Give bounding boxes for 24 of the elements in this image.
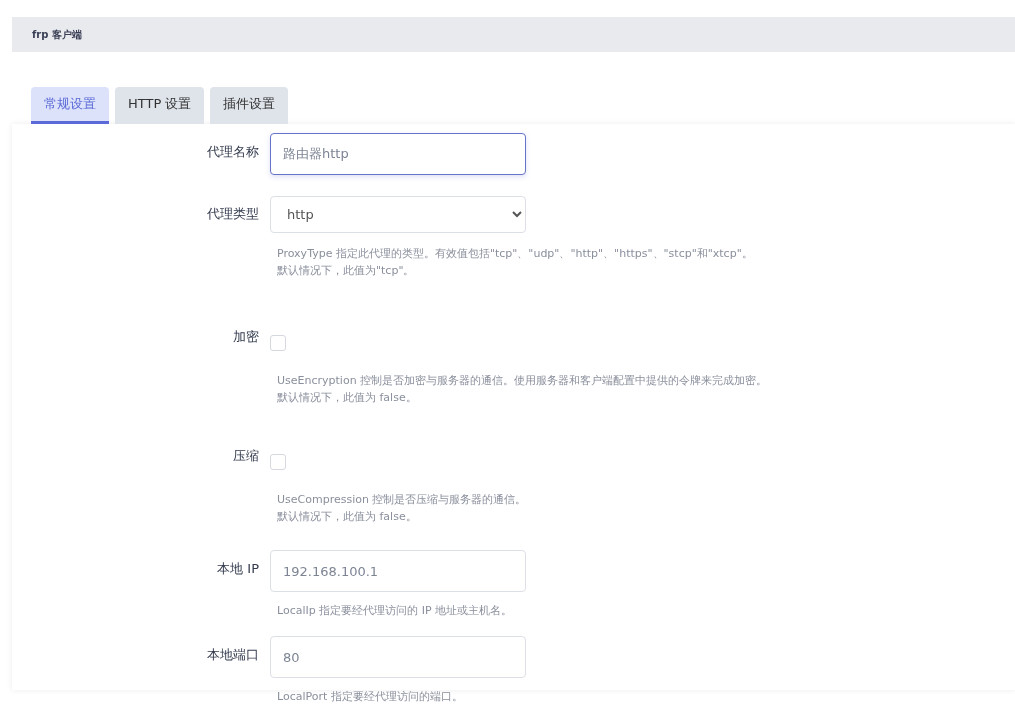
field-label: 加密 (232, 328, 259, 346)
help-text: LocalIp 指定要经代理访问的 IP 地址或主机名。 (277, 603, 514, 619)
help-text: UseEncryption 控制是否加密与服务器的通信。使用服务器和客户端配置中提供的令牌来完成加密。 (277, 373, 769, 389)
field-label: 代理类型 (206, 205, 259, 223)
tab[interactable]: 常规设置 (31, 87, 109, 124)
tab[interactable]: 插件设置 (210, 87, 289, 124)
help-text: UseCompression 控制是否压缩与服务器的通信。 (277, 492, 528, 508)
tab[interactable]: HTTP 设置 (115, 87, 205, 124)
help-text: 默认情况下，此值为"tcp"。 (277, 263, 416, 279)
select-field[interactable]: http (270, 196, 526, 233)
text-field[interactable]: 路由器http (270, 133, 526, 175)
help-text: LocalPort 指定要经代理访问的端口。 (277, 689, 464, 705)
field-label: 本地端口 (206, 646, 259, 664)
text-field[interactable]: 192.168.100.1 (270, 550, 526, 592)
field-label: 压缩 (232, 447, 259, 465)
help-text: ProxyType 指定此代理的类型。有效值包括"tcp"、"udp"、"http"、"https"、"stcp"和"xtcp"。 (277, 246, 754, 262)
checkbox[interactable] (270, 335, 286, 351)
help-text: 默认情况下，此值为 false。 (277, 509, 418, 525)
checkbox[interactable] (270, 454, 286, 470)
field-label: 本地 IP (216, 560, 259, 578)
help-text: 默认情况下，此值为 false。 (277, 390, 418, 406)
field-label: 代理名称 (206, 143, 259, 161)
text-field[interactable]: 80 (270, 636, 526, 678)
header-title: frp 客户端 (32, 27, 82, 42)
